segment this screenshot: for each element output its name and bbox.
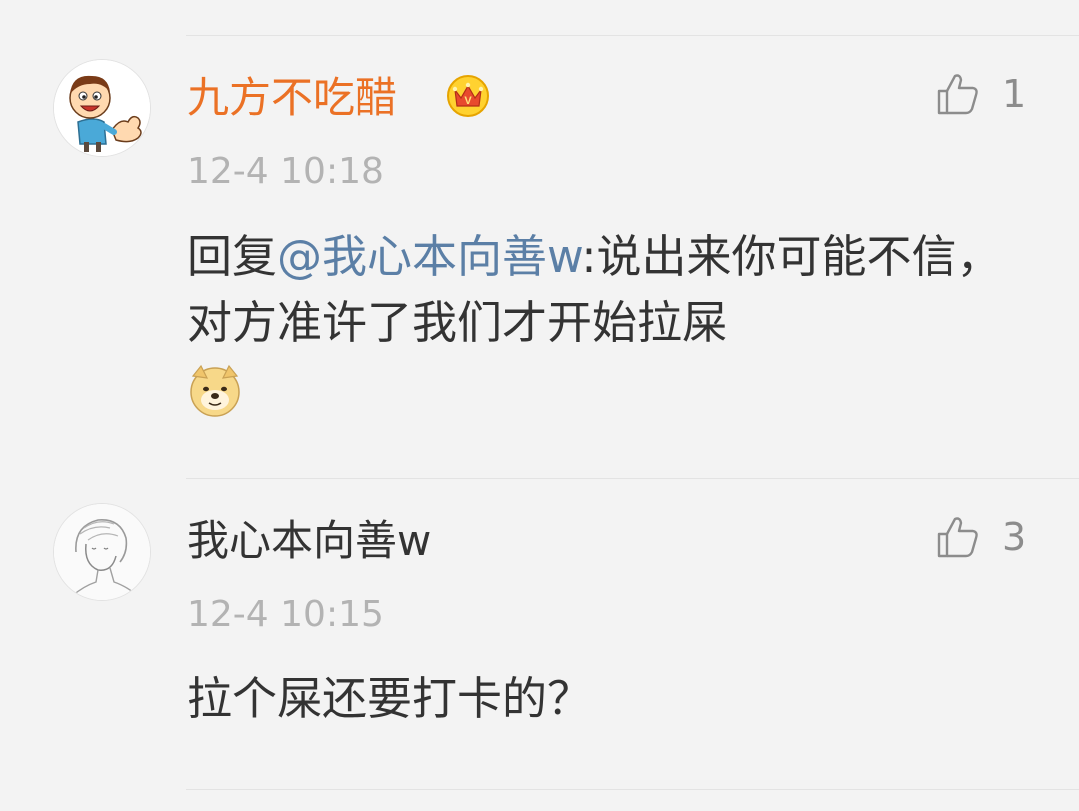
comment-text: 回复@我心本向善w:说出来你可能不信，对方准许了我们才开始拉屎 <box>187 224 1017 418</box>
thumbs-up-icon <box>937 517 978 558</box>
bottom-divider <box>186 789 1079 790</box>
mention-link[interactable]: @我心本向善w <box>277 230 581 283</box>
doge-emoji-icon <box>190 364 240 417</box>
sketch-portrait-avatar-icon <box>54 504 150 600</box>
svg-text:V: V <box>464 95 472 107</box>
reply-prefix: 回复 <box>187 230 278 283</box>
avatar[interactable] <box>53 59 151 157</box>
like-count: 1 <box>1002 72 1027 116</box>
username[interactable]: 我心本向善w <box>187 516 431 566</box>
like-count: 3 <box>1002 515 1027 559</box>
top-divider <box>186 35 1079 36</box>
cartoon-boy-avatar-icon <box>54 60 150 156</box>
comment-divider <box>186 478 1079 479</box>
thumbs-up-icon <box>937 74 978 115</box>
username[interactable]: 九方不吃醋 <box>187 73 397 123</box>
vip-crown-icon: V <box>447 75 489 117</box>
avatar[interactable] <box>53 503 151 601</box>
comment-text: 拉个屎还要打卡的？ <box>187 672 593 725</box>
like-button[interactable]: 3 <box>936 512 1026 562</box>
like-button[interactable]: 1 <box>936 69 1026 119</box>
comment-timestamp: 12-4 10:15 <box>187 594 384 635</box>
comment-timestamp: 12-4 10:18 <box>187 151 384 192</box>
